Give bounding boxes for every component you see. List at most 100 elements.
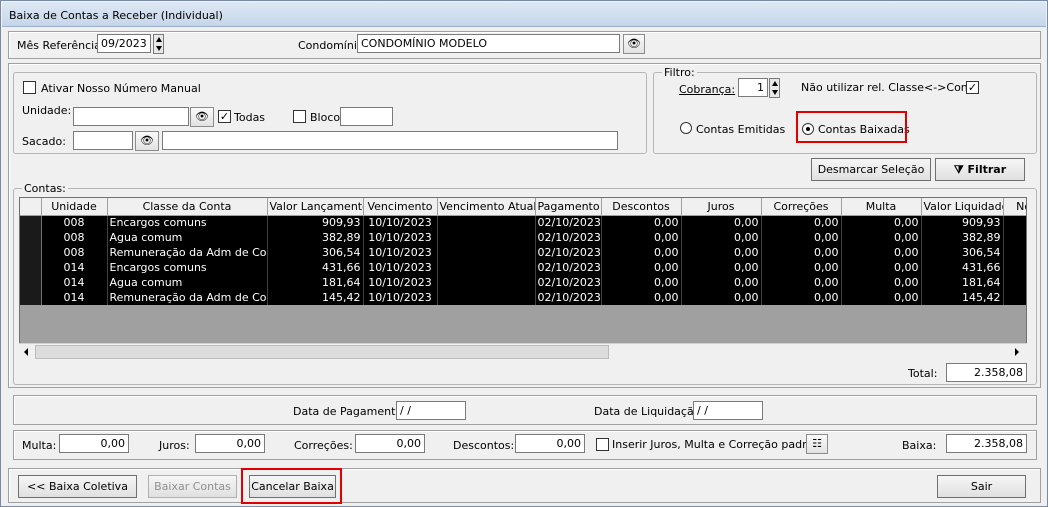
- table-cell: Agua comum: [107, 275, 268, 290]
- nosso-numero-checkbox[interactable]: [23, 81, 36, 94]
- baixa-label: Baixa:: [902, 439, 937, 452]
- row-indicator[interactable]: [20, 275, 42, 290]
- scroll-left-icon[interactable]: [24, 348, 28, 356]
- table-cell: 382,89: [921, 230, 1004, 245]
- data-liquidacao-input[interactable]: / /: [693, 401, 763, 420]
- correcoes-input[interactable]: 0,00: [355, 434, 425, 453]
- table-cell: 145,42: [921, 290, 1004, 305]
- descontos-input[interactable]: 0,00: [515, 434, 585, 453]
- table-row[interactable]: 014 Agua comum 181,64 10/10/2023 02/10/2023 0…: [20, 275, 1026, 290]
- sair-button[interactable]: Sair: [937, 475, 1026, 498]
- cobranca-spinner[interactable]: [769, 78, 780, 98]
- unidade-label: Unidade:: [22, 104, 72, 117]
- table-cell: 0,00: [601, 245, 682, 260]
- binoculars-icon: 👁: [140, 134, 154, 147]
- cobranca-input[interactable]: 1: [738, 78, 768, 97]
- cobranca-label: Cobrança:: [679, 83, 736, 96]
- table-cell: 0,00: [841, 245, 922, 260]
- app-window: Baixa de Contas a Receber (Individual) M…: [0, 0, 1048, 507]
- contas-caption: Contas:: [22, 182, 68, 195]
- column-header[interactable]: Nos: [1003, 198, 1026, 216]
- baixa-coletiva-button[interactable]: << Baixa Coletiva: [18, 475, 137, 498]
- table-cell: 181,64: [267, 275, 364, 290]
- inserir-padrao-label: Inserir Juros, Multa e Correção padrão: [612, 438, 821, 451]
- table-cell: [1003, 230, 1026, 245]
- table-cell: 10/10/2023: [363, 290, 438, 305]
- table-cell: 909,93: [267, 215, 364, 230]
- contas-emitidas-radio[interactable]: [680, 122, 692, 134]
- juros-input[interactable]: 0,00: [195, 434, 265, 453]
- table-row[interactable]: 008 Encargos comuns 909,93 10/10/2023 02/10/…: [20, 215, 1026, 230]
- row-indicator[interactable]: [20, 215, 42, 230]
- bloco-label: Bloco: [310, 111, 341, 124]
- data-pagamento-input[interactable]: / /: [396, 401, 466, 420]
- column-header[interactable]: Unidade: [41, 198, 108, 216]
- inserir-padrao-checkbox[interactable]: [596, 438, 609, 451]
- table-cell: [437, 290, 536, 305]
- table-cell: 02/10/2023: [535, 260, 602, 275]
- bloco-input[interactable]: [340, 107, 393, 126]
- column-header[interactable]: Vencimento: [363, 198, 438, 216]
- dates-panel: [13, 395, 1037, 425]
- table-row[interactable]: 008 Agua comum 382,89 10/10/2023 02/10/2023 0…: [20, 230, 1026, 245]
- row-indicator[interactable]: [20, 260, 42, 275]
- table-cell: 008: [41, 245, 108, 260]
- row-indicator[interactable]: [20, 245, 42, 260]
- scroll-right-icon[interactable]: [1015, 348, 1019, 356]
- unidade-input[interactable]: [73, 107, 189, 126]
- nao-utilizar-checkbox[interactable]: ✓: [966, 81, 979, 94]
- column-header[interactable]: Correções: [761, 198, 842, 216]
- mes-spinner[interactable]: [153, 34, 164, 54]
- mes-referencia-input[interactable]: 09/2023: [97, 34, 151, 53]
- correcoes-label: Correções:: [294, 439, 353, 452]
- table-row[interactable]: 014Remuneração da Adm de Condor145,4210/…: [20, 290, 1026, 305]
- filtrar-button[interactable]: ⧩ Filtrar: [935, 158, 1025, 181]
- row-indicator[interactable]: [20, 290, 42, 305]
- table-cell: 145,42: [267, 290, 364, 305]
- column-header[interactable]: Valor Lançamento: [267, 198, 364, 216]
- total-label: Total:: [908, 367, 938, 380]
- table-cell: 02/10/2023: [535, 275, 602, 290]
- column-header[interactable]: Vencimento Atual: [437, 198, 536, 216]
- calculator-button[interactable]: ☷: [806, 434, 828, 454]
- sacado-code-input[interactable]: [73, 131, 133, 150]
- row-indicator[interactable]: [20, 230, 42, 245]
- table-cell: 10/10/2023: [363, 260, 438, 275]
- check-icon: ✓: [967, 81, 978, 94]
- contas-grid[interactable]: Unidade Classe da Conta Valor Lançamento Ve…: [19, 197, 1027, 359]
- table-cell: 0,00: [601, 260, 682, 275]
- title-bar: Baixa de Contas a Receber (Individual): [2, 2, 1046, 27]
- total-value: 2.358,08: [946, 363, 1027, 382]
- table-cell: 10/10/2023: [363, 215, 438, 230]
- column-header[interactable]: Classe da Conta: [107, 198, 268, 216]
- highlight-box-baixadas: [796, 111, 907, 143]
- todas-checkbox[interactable]: ✓: [218, 110, 231, 123]
- column-header[interactable]: Pagamento: [535, 198, 602, 216]
- table-cell: 181,64: [921, 275, 1004, 290]
- search-condominio-button[interactable]: 👁: [623, 34, 645, 54]
- condominio-input[interactable]: CONDOMÍNIO MODELO: [357, 34, 620, 53]
- grid-horizontal-scrollbar[interactable]: [19, 343, 1027, 359]
- table-cell: 431,66: [921, 260, 1004, 275]
- table-cell: 0,00: [841, 260, 922, 275]
- multa-input[interactable]: 0,00: [59, 434, 129, 453]
- table-cell: 0,00: [761, 230, 842, 245]
- column-header[interactable]: Descontos: [601, 198, 682, 216]
- desmarcar-selecao-button[interactable]: Desmarcar Seleção: [811, 158, 931, 181]
- sacado-name-input[interactable]: [162, 131, 618, 150]
- table-row[interactable]: 008Remuneração da Adm de Condor306,5410/…: [20, 245, 1026, 260]
- column-header[interactable]: Valor Liquidado: [921, 198, 1004, 216]
- baixar-contas-button[interactable]: Baixar Contas: [148, 475, 237, 498]
- table-row[interactable]: 014 Encargos comuns 431,66 10/10/2023 02/10/…: [20, 260, 1026, 275]
- table-cell: 008: [41, 215, 108, 230]
- calculator-icon: ☷: [812, 437, 822, 450]
- column-header[interactable]: Juros: [681, 198, 762, 216]
- bloco-checkbox[interactable]: [293, 110, 306, 123]
- column-header[interactable]: Multa: [841, 198, 922, 216]
- sair-label: Sair: [970, 480, 993, 493]
- search-unidade-button[interactable]: 👁: [190, 107, 214, 127]
- table-cell: 0,00: [601, 290, 682, 305]
- scroll-thumb[interactable]: [35, 345, 609, 359]
- search-sacado-button[interactable]: 👁: [135, 131, 159, 151]
- table-cell: 014: [41, 290, 108, 305]
